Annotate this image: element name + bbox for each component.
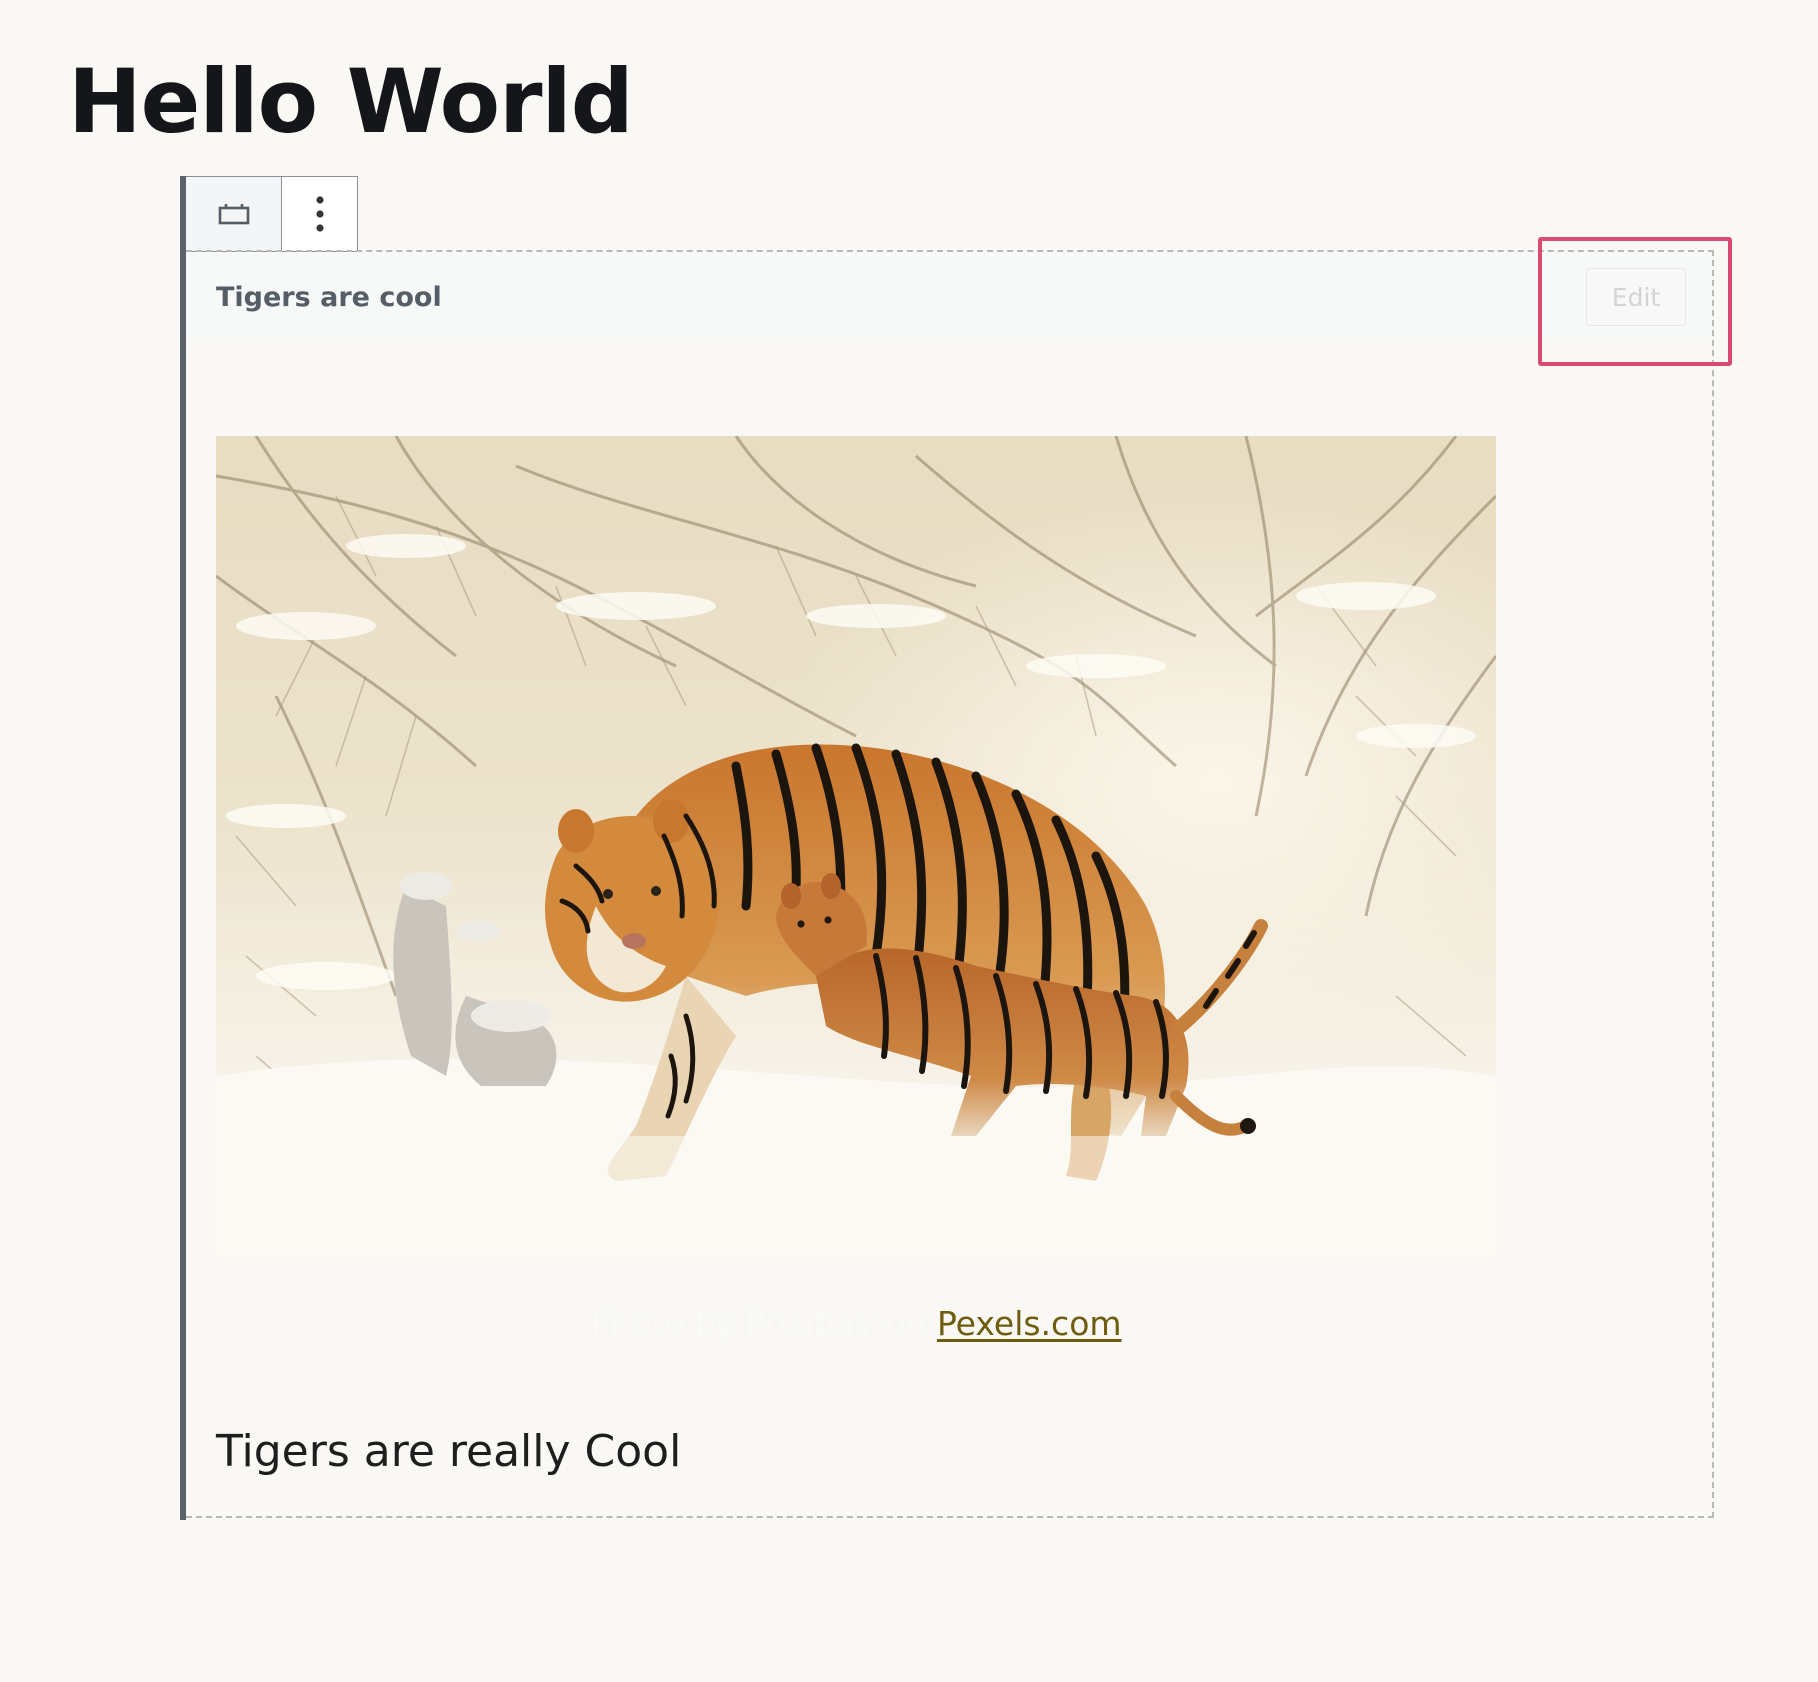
more-options-button[interactable]	[282, 177, 357, 251]
block-type-button[interactable]	[186, 177, 282, 251]
embed-placeholder-icon	[218, 204, 249, 225]
image-caption: Photo by Pixabay on Pexels.com	[216, 1302, 1496, 1346]
caption-text: Photo by Pixabay on	[590, 1304, 937, 1343]
edit-button[interactable]: Edit	[1586, 268, 1686, 326]
block-toolbar	[186, 176, 358, 252]
more-vertical-icon	[315, 196, 324, 232]
body-paragraph[interactable]: Tigers are really Cool	[216, 1424, 681, 1480]
tiger-photo	[216, 436, 1496, 1260]
page-title: Hello World	[68, 50, 634, 153]
caption-link[interactable]: Pexels.com	[937, 1304, 1122, 1343]
block-header-title: Tigers are cool	[216, 282, 442, 313]
